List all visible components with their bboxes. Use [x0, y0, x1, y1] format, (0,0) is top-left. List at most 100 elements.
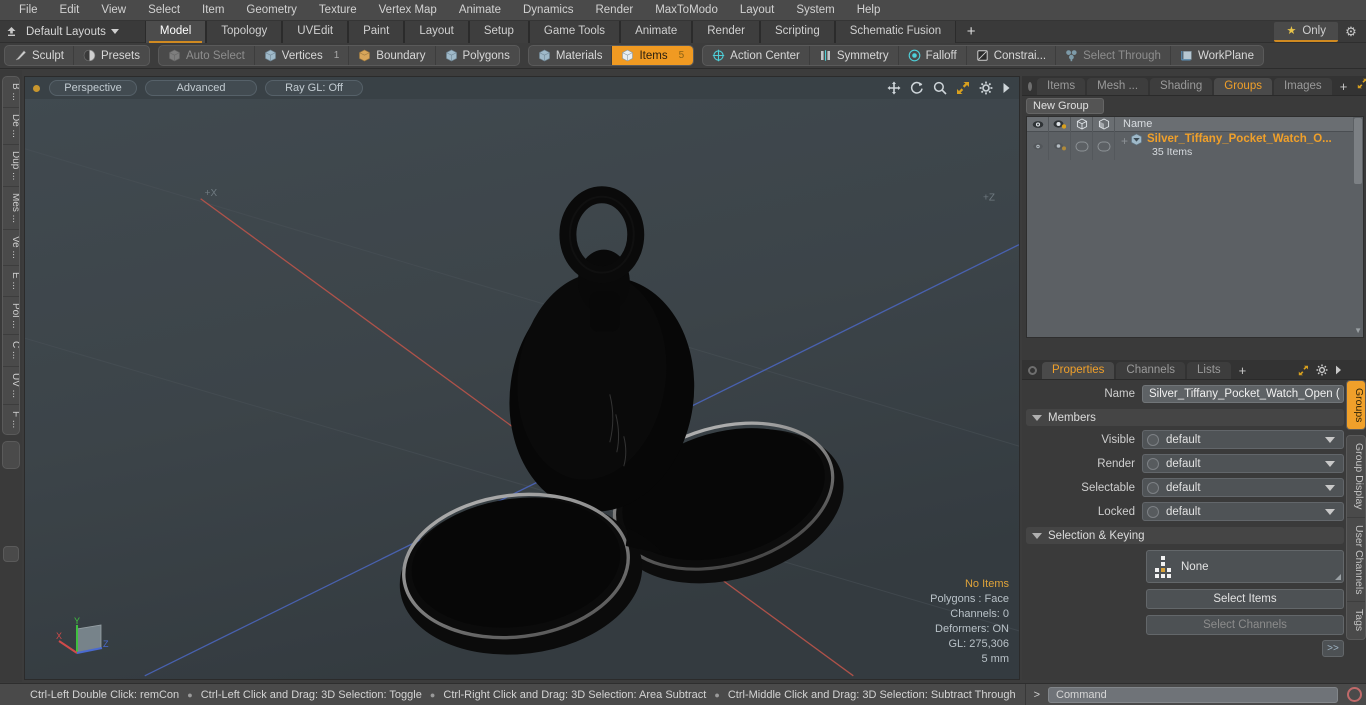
- menu-item-texture[interactable]: Texture: [308, 0, 368, 21]
- layout-tab-animate[interactable]: Animate: [620, 20, 693, 43]
- menu-item-vertex-map[interactable]: Vertex Map: [368, 0, 448, 21]
- vtab-user-channels[interactable]: User Channels: [1347, 518, 1365, 603]
- toolbar-falloff-button[interactable]: Falloff: [899, 46, 967, 65]
- only-toggle-button[interactable]: ★ Only: [1274, 21, 1338, 42]
- layout-tab-setup[interactable]: Setup: [468, 20, 529, 43]
- tab-channels[interactable]: Channels: [1116, 362, 1186, 379]
- selection-keying-section-header[interactable]: Selection & Keying: [1026, 527, 1344, 544]
- toolbar-select-through-button[interactable]: Select Through: [1056, 46, 1171, 65]
- layout-tab-game-tools[interactable]: Game Tools: [528, 20, 621, 43]
- menu-item-maxtomodo[interactable]: MaxToModo: [644, 0, 729, 21]
- collapse-up-icon[interactable]: [0, 21, 22, 43]
- gear-icon[interactable]: [979, 81, 993, 95]
- toolbar-workplane-button[interactable]: WorkPlane: [1171, 46, 1263, 65]
- menu-item-select[interactable]: Select: [137, 0, 191, 21]
- members-section-header[interactable]: Members: [1026, 409, 1344, 426]
- name-input[interactable]: Silver_Tiffany_Pocket_Watch_Open (: [1142, 384, 1344, 403]
- table-row[interactable]: + Silver_Tiffany_Pocket_Watch_O... 35 It…: [1027, 117, 1363, 337]
- shaded-icon[interactable]: [1093, 116, 1115, 132]
- menu-item-item[interactable]: Item: [191, 0, 235, 21]
- panel-tab-images[interactable]: Images: [1273, 78, 1332, 95]
- left-tab-curve[interactable]: C ...: [3, 335, 19, 367]
- expand-more-button[interactable]: >>: [1322, 640, 1344, 657]
- menu-item-file[interactable]: File: [8, 0, 49, 21]
- left-tab-mesh-edit[interactable]: Mes ...: [3, 187, 19, 231]
- gear-icon[interactable]: [1316, 364, 1328, 379]
- layout-tab-model[interactable]: Model: [144, 20, 207, 43]
- left-tab-uv[interactable]: UV ...: [3, 367, 19, 405]
- panel-tab-items[interactable]: Items: [1037, 78, 1086, 95]
- row-shaded-toggle[interactable]: [1093, 132, 1115, 160]
- add-layout-tab-button[interactable]: +: [956, 21, 986, 43]
- viewport-canvas[interactable]: +X +Z: [25, 77, 1019, 680]
- selection-set-picker[interactable]: None: [1146, 550, 1344, 583]
- toolbar-action-center-button[interactable]: Action Center: [703, 46, 810, 65]
- menu-item-geometry[interactable]: Geometry: [235, 0, 308, 21]
- rotate-icon[interactable]: [910, 81, 924, 95]
- properties-menu-dot-icon[interactable]: [1028, 366, 1037, 375]
- left-tab-deform[interactable]: De ...: [3, 108, 19, 145]
- viewport-raygl-button[interactable]: Ray GL: Off: [265, 80, 363, 96]
- visible-dropdown[interactable]: default: [1142, 430, 1344, 449]
- layout-tab-layout[interactable]: Layout: [404, 20, 469, 43]
- toolbar-vertices-button[interactable]: Vertices 1: [255, 46, 350, 65]
- toolbar-auto-select-button[interactable]: Auto Select: [159, 46, 255, 65]
- panel-tab-mesh[interactable]: Mesh ...: [1087, 78, 1149, 95]
- toolbar-symmetry-button[interactable]: Symmetry: [810, 46, 899, 65]
- chevron-right-icon[interactable]: [1002, 82, 1011, 94]
- viewport-3d[interactable]: +X +Z Perspective Advanced Ray GL: Off Y…: [24, 76, 1020, 680]
- menu-item-edit[interactable]: Edit: [49, 0, 91, 21]
- maximize-panel-icon[interactable]: [1353, 78, 1366, 95]
- panel-tab-shading[interactable]: Shading: [1150, 78, 1213, 95]
- menu-item-view[interactable]: View: [90, 0, 137, 21]
- zoom-icon[interactable]: [933, 81, 947, 95]
- menu-item-help[interactable]: Help: [846, 0, 892, 21]
- gear-icon[interactable]: ⚙: [1338, 24, 1364, 40]
- layout-tab-paint[interactable]: Paint: [348, 20, 405, 43]
- scrollbar-thumb[interactable]: [1354, 118, 1362, 184]
- toolbar-constraint-button[interactable]: Constrai...: [967, 46, 1057, 65]
- left-tab-extra[interactable]: [3, 442, 19, 468]
- add-panel-tab-button[interactable]: +: [1334, 78, 1354, 95]
- move-icon[interactable]: [887, 81, 901, 95]
- select-channels-button[interactable]: Select Channels: [1146, 615, 1344, 635]
- select-items-button[interactable]: Select Items: [1146, 589, 1344, 609]
- panel-menu-dot-icon[interactable]: [1028, 82, 1032, 91]
- eye-icon[interactable]: [1027, 116, 1049, 132]
- new-group-button[interactable]: New Group: [1026, 98, 1104, 114]
- row-render-icon[interactable]: [1049, 132, 1071, 160]
- layout-tab-scripting[interactable]: Scripting: [759, 20, 835, 43]
- vtab-tags[interactable]: Tags: [1347, 602, 1365, 638]
- record-icon[interactable]: [1347, 687, 1362, 702]
- fit-icon[interactable]: [956, 81, 970, 95]
- menu-item-dynamics[interactable]: Dynamics: [512, 0, 584, 21]
- layout-tab-topology[interactable]: Topology: [206, 20, 283, 43]
- menu-item-system[interactable]: System: [785, 0, 845, 21]
- left-tab-duplicate[interactable]: Dup ...: [3, 145, 19, 188]
- tab-properties[interactable]: Properties: [1042, 362, 1115, 379]
- render-dropdown[interactable]: default: [1142, 454, 1344, 473]
- command-input[interactable]: Command: [1048, 686, 1338, 703]
- toolbar-items-button[interactable]: Items 5: [612, 46, 694, 65]
- menu-item-layout[interactable]: Layout: [729, 0, 786, 21]
- maximize-panel-icon[interactable]: [1298, 365, 1309, 379]
- toolbar-boundary-button[interactable]: Boundary: [349, 46, 436, 65]
- viewport-shading-button[interactable]: Advanced: [145, 80, 257, 96]
- group-item-list[interactable]: Name + Silver_Tiffany_Pocket_Watch_O... …: [1026, 116, 1364, 338]
- row-wireframe-toggle[interactable]: [1071, 132, 1093, 160]
- item-list-scrollbar[interactable]: [1353, 117, 1363, 337]
- menu-item-animate[interactable]: Animate: [448, 0, 512, 21]
- render-icon[interactable]: [1049, 116, 1071, 132]
- row-expander[interactable]: +: [1121, 132, 1128, 160]
- left-tab-edge[interactable]: E ...: [3, 266, 19, 297]
- vtab-groups[interactable]: Groups: [1347, 381, 1365, 430]
- vtab-group-display[interactable]: Group Display: [1347, 436, 1365, 518]
- panel-resize-handle[interactable]: [3, 546, 19, 562]
- layout-tab-uvedit[interactable]: UVEdit: [282, 20, 349, 43]
- left-tab-basic[interactable]: B ...: [3, 77, 19, 108]
- scroll-down-arrow-icon[interactable]: ▼: [1354, 326, 1362, 335]
- menu-item-render[interactable]: Render: [584, 0, 644, 21]
- tab-lists[interactable]: Lists: [1187, 362, 1231, 379]
- toolbar-materials-button[interactable]: Materials: [529, 46, 613, 65]
- panel-tab-groups[interactable]: Groups: [1214, 78, 1272, 95]
